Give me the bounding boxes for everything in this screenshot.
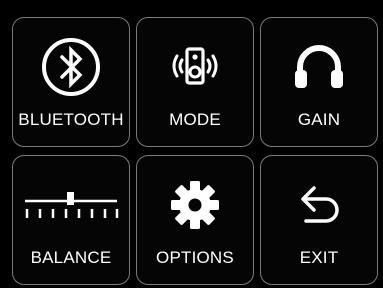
exit-label: EXIT <box>299 248 339 267</box>
gear-icon <box>137 174 253 236</box>
options-button[interactable]: OPTIONS <box>136 155 254 285</box>
mode-button[interactable]: MODE <box>136 17 254 147</box>
balance-slider-icon <box>13 174 129 236</box>
bluetooth-button[interactable]: BLUETOOTH <box>12 17 130 147</box>
speaker-icon <box>137 36 253 98</box>
gain-label: GAIN <box>297 110 341 129</box>
balance-label: BALANCE <box>30 248 112 267</box>
balance-button[interactable]: BALANCE <box>12 155 130 285</box>
bluetooth-label: BLUETOOTH <box>18 110 124 129</box>
headphones-icon <box>261 36 377 98</box>
back-arrow-icon <box>261 174 377 236</box>
bluetooth-icon <box>13 36 129 98</box>
exit-button[interactable]: EXIT <box>260 155 378 285</box>
gain-button[interactable]: GAIN <box>260 17 378 147</box>
options-label: OPTIONS <box>156 248 234 267</box>
menu-screen: BLUETOOTH MODE GAIN BALANCE OPTIONS EXIT <box>0 0 383 288</box>
mode-label: MODE <box>169 110 221 129</box>
